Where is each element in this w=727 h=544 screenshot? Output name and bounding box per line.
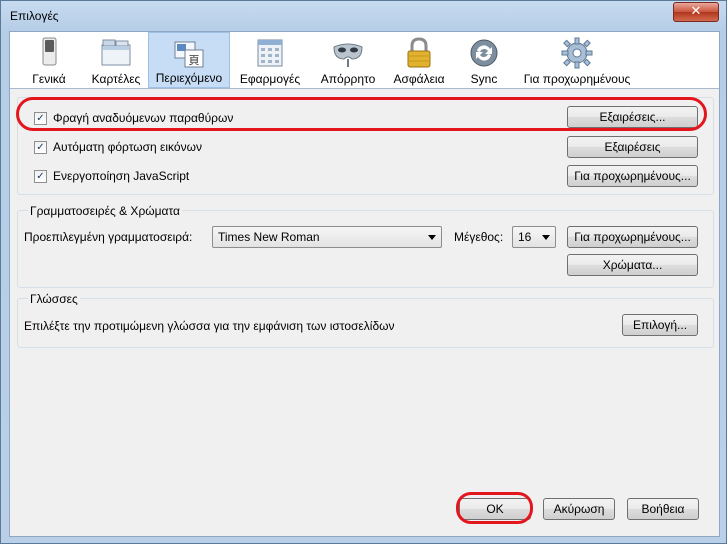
sync-icon: [470, 39, 498, 67]
choose-language-button[interactable]: Επιλογή...: [622, 314, 698, 336]
block-popups-checkbox[interactable]: ✓: [34, 112, 47, 125]
tab-advanced[interactable]: Για προχωρημένους: [516, 32, 638, 88]
mask-icon: [333, 43, 363, 67]
fonts-advanced-button[interactable]: Για προχωρημένους...: [567, 226, 698, 248]
tab-content[interactable]: 頁 Περιεχόμενο: [148, 32, 230, 88]
help-button[interactable]: Βοήθεια: [627, 498, 699, 520]
default-font-value: Times New Roman: [218, 230, 320, 244]
ok-button[interactable]: OK: [459, 498, 531, 520]
tab-tabs-label: Καρτέλες: [91, 72, 141, 86]
tab-security-label: Ασφάλεια: [393, 72, 445, 86]
load-images-checkbox[interactable]: ✓: [34, 141, 47, 154]
fonts-colors-group: Γραμματοσειρές & Χρώματα Προεπιλεγμένη γ…: [17, 204, 714, 288]
default-font-label: Προεπιλεγμένη γραμματοσειρά:: [24, 230, 193, 244]
tab-advanced-label: Για προχωρημένους: [523, 72, 631, 86]
tab-tabs[interactable]: Καρτέλες: [82, 32, 150, 88]
gear-icon: [561, 37, 593, 69]
close-button[interactable]: ✕: [673, 2, 719, 22]
title-bar[interactable]: Επιλογές ✕: [1, 1, 727, 31]
default-font-select[interactable]: Times New Roman: [212, 226, 442, 248]
fonts-colors-group-title: Γραμματοσειρές & Χρώματα: [28, 204, 182, 218]
load-images-row[interactable]: ✓ Αυτόματη φόρτωση εικόνων: [34, 140, 234, 156]
tab-content-label: Περιεχόμενο: [155, 71, 223, 85]
chevron-down-icon: [428, 235, 436, 240]
tabs-icon: [101, 39, 131, 66]
applications-icon: [257, 39, 283, 67]
tab-privacy[interactable]: Απόρρητο: [312, 32, 384, 88]
javascript-advanced-button[interactable]: Για προχωρημένους...: [567, 165, 698, 187]
options-window: Επιλογές ✕ Γενικά Καρτέλες 頁 Περιεχόμενο…: [0, 0, 727, 544]
close-icon: ✕: [690, 4, 702, 19]
languages-description: Επιλέξτε την προτιμώμενη γλώσσα για την …: [24, 319, 395, 333]
tab-general-label: Γενικά: [32, 72, 66, 86]
languages-group: Γλώσσες Επιλέξτε την προτιμώμενη γλώσσα …: [17, 292, 714, 348]
tab-applications-label: Εφαρμογές: [239, 72, 301, 86]
javascript-checkbox[interactable]: ✓: [34, 170, 47, 183]
tab-security[interactable]: Ασφάλεια: [386, 32, 452, 88]
languages-group-title: Γλώσσες: [28, 292, 80, 306]
chevron-down-icon: [542, 235, 550, 240]
tab-applications[interactable]: Εφαρμογές: [232, 32, 308, 88]
window-title: Επιλογές: [10, 9, 59, 23]
tab-sync-label: Sync: [470, 72, 498, 86]
javascript-label: Ενεργοποίηση JavaScript: [53, 169, 190, 183]
popups-exceptions-button[interactable]: Εξαιρέσεις...: [567, 106, 698, 128]
dialog-client-area: Γενικά Καρτέλες 頁 Περιεχόμενο Εφαρμογές …: [9, 31, 720, 537]
content-group: ✓ Φραγή αναδυόμενων παραθύρων Εξαιρέσεις…: [17, 97, 714, 195]
switch-icon: [42, 37, 57, 66]
font-size-value: 16: [518, 230, 532, 244]
tab-sync[interactable]: Sync: [454, 32, 514, 88]
cancel-button[interactable]: Ακύρωση: [543, 498, 615, 520]
svg-text:頁: 頁: [189, 54, 200, 67]
tab-general[interactable]: Γενικά: [16, 32, 82, 88]
images-exceptions-button[interactable]: Εξαιρέσεις: [567, 136, 698, 158]
font-size-select[interactable]: 16: [512, 226, 556, 248]
preferences-toolbar: Γενικά Καρτέλες 頁 Περιεχόμενο Εφαρμογές …: [10, 32, 719, 89]
block-popups-row[interactable]: ✓ Φραγή αναδυόμενων παραθύρων: [34, 111, 234, 127]
tab-privacy-label: Απόρρητο: [320, 72, 376, 86]
block-popups-label: Φραγή αναδυόμενων παραθύρων: [53, 111, 234, 125]
javascript-row[interactable]: ✓ Ενεργοποίηση JavaScript: [34, 169, 234, 185]
font-size-label: Μέγεθος:: [454, 230, 504, 244]
load-images-label: Αυτόματη φόρτωση εικόνων: [53, 140, 202, 154]
colors-button[interactable]: Χρώματα...: [567, 254, 698, 276]
content-icon: 頁: [174, 41, 204, 68]
padlock-icon: [407, 37, 431, 68]
